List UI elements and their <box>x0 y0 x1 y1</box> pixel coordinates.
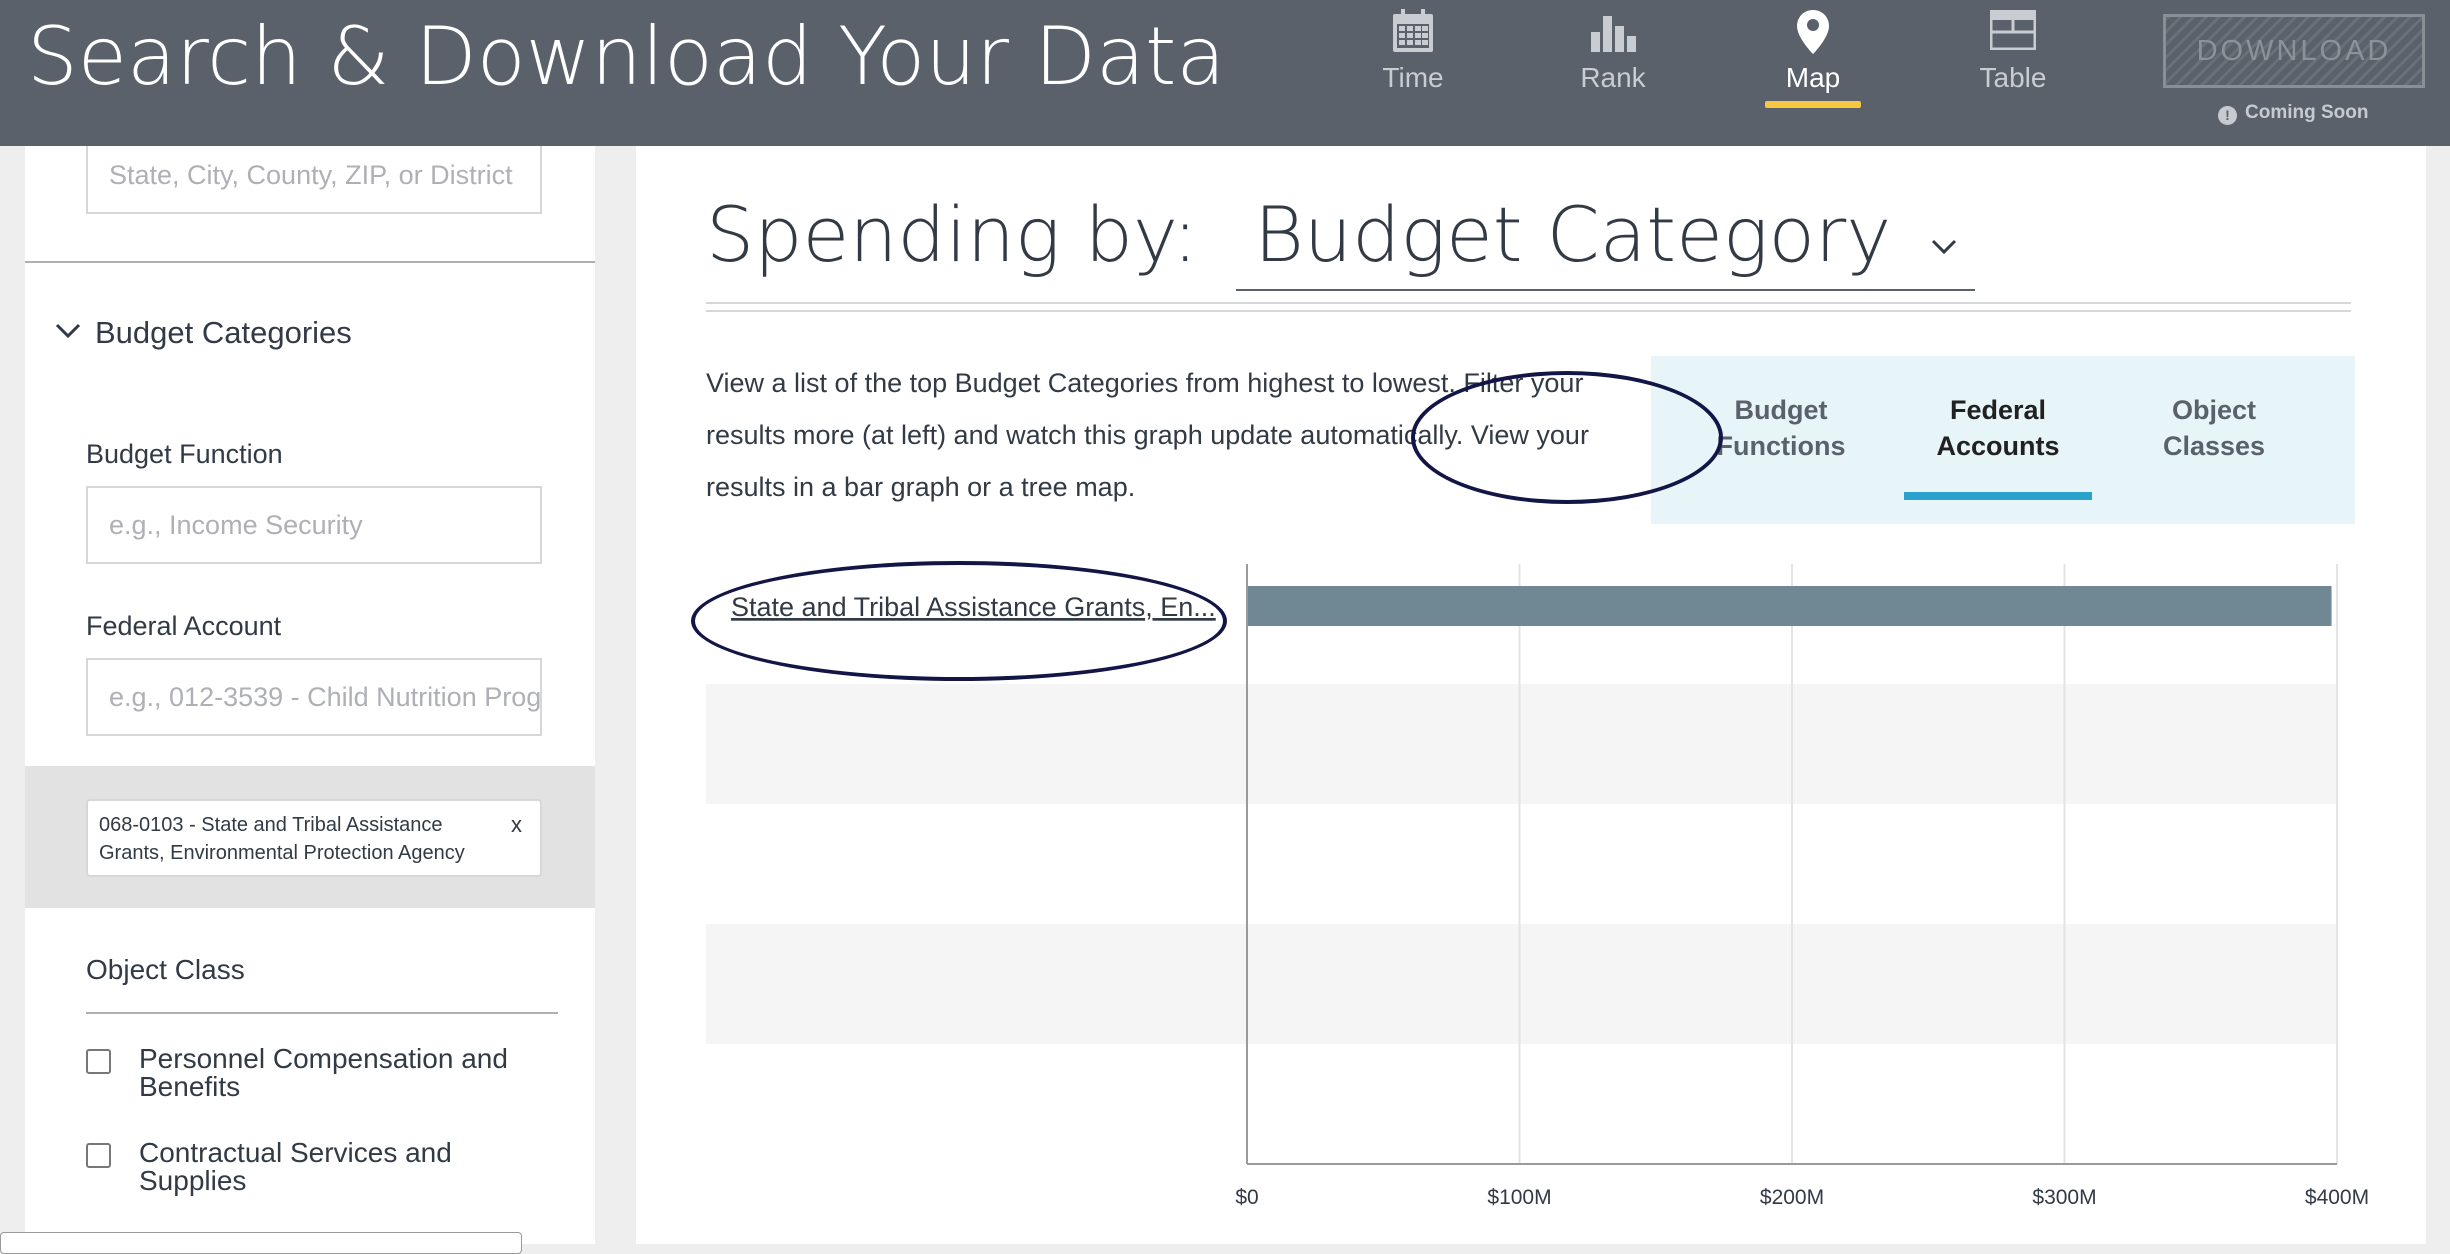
annotation-ellipse <box>1411 371 1723 504</box>
remove-filter-button[interactable]: x <box>511 811 522 839</box>
visualization-panel: Spending by: Budget Category View a list… <box>636 146 2426 1244</box>
calendar-icon <box>1391 8 1435 61</box>
federal-account-input[interactable]: e.g., 012-3539 - Child Nutrition Prog <box>86 658 542 736</box>
coming-soon-note: ! Coming Soon <box>2218 102 2368 125</box>
nav-tab-rank[interactable]: Rank <box>1543 0 1683 146</box>
nav-tab-label: Table <box>1979 62 2047 93</box>
chevron-down-icon <box>55 311 81 347</box>
filter-sidebar: State, City, County, ZIP, or District Bu… <box>25 146 595 1244</box>
object-class-title: Object Class <box>86 954 245 985</box>
nav-tab-label: Rank <box>1580 62 1646 93</box>
location-search-input[interactable]: State, City, County, ZIP, or District <box>86 146 542 214</box>
info-icon: ! <box>2218 106 2237 125</box>
bar-chart-icon <box>1589 8 1637 61</box>
coming-soon-text: Coming Soon <box>2245 102 2369 123</box>
object-class-divider <box>86 1012 558 1014</box>
chart-row-band <box>706 924 2337 1044</box>
object-class-option-label: Contractual Services and Supplies <box>139 1137 452 1196</box>
x-tick-label: $200M <box>1760 1186 1824 1209</box>
federal-account-label: Federal Account <box>86 611 282 641</box>
table-icon <box>1989 8 2037 57</box>
nav-tab-time[interactable]: Time <box>1343 0 1483 146</box>
active-tab-indicator <box>1765 101 1861 108</box>
site-header: Search & Download Your Data Time Rank Ma… <box>0 0 2450 146</box>
annotation-ellipse <box>691 561 1227 681</box>
x-tick-label: $0 <box>1235 1186 1258 1209</box>
selected-account-chip[interactable]: 068-0103 - State and Tribal Assistance G… <box>86 799 542 877</box>
selected-account-text: 068-0103 - State and Tribal Assistance G… <box>99 814 465 864</box>
budget-function-label: Budget Function <box>86 439 283 469</box>
page-title: Search & Download Your Data <box>27 10 1226 103</box>
chart-row-band <box>706 684 2337 804</box>
download-button[interactable]: DOWNLOAD <box>2163 14 2425 88</box>
object-class-option-label: Personnel Compensation and Benefits <box>139 1043 508 1102</box>
spending-bar-chart: $0 $100M $200M $300M $400MState and Tribal A… <box>706 564 2369 1209</box>
x-tick-label: $100M <box>1487 1186 1551 1209</box>
nav-tab-label: Time <box>1382 62 1444 93</box>
map-pin-icon <box>1795 8 1831 63</box>
selected-filters-area: 068-0103 - State and Tribal Assistance G… <box>25 766 595 908</box>
budget-function-input[interactable]: e.g., Income Security <box>86 486 542 564</box>
checkbox[interactable] <box>86 1049 111 1074</box>
status-tooltip <box>0 1232 522 1254</box>
chart-bar <box>1248 586 2332 626</box>
x-tick-label: $400M <box>2305 1186 2369 1209</box>
x-tick-label: $300M <box>2032 1186 2096 1209</box>
checkbox[interactable] <box>86 1143 111 1168</box>
nav-tab-map[interactable]: Map <box>1743 0 1883 146</box>
budget-categories-title: Budget Categories <box>95 315 352 350</box>
budget-categories-toggle[interactable]: Budget Categories <box>55 311 352 351</box>
nav-tab-label: Map <box>1785 62 1841 93</box>
section-divider <box>25 261 595 263</box>
nav-tab-table[interactable]: Table <box>1943 0 2083 146</box>
